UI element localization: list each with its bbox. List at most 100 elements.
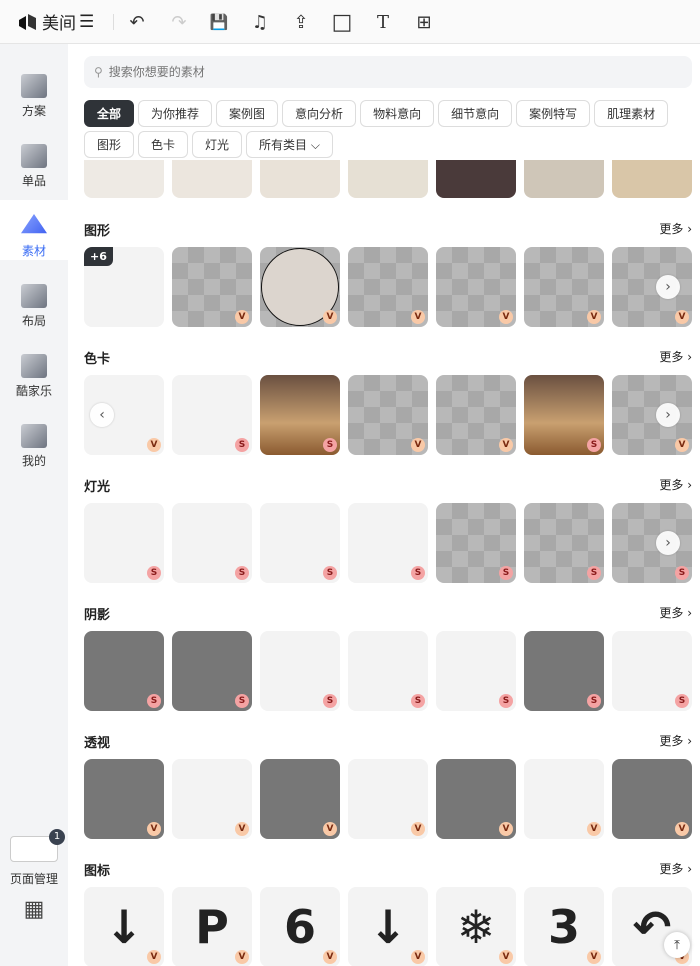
back-to-top-button[interactable]: ⤒ — [664, 932, 690, 958]
more-label: 更多 — [659, 222, 684, 236]
scroll-right-button[interactable]: › — [656, 275, 680, 299]
chevron-right-icon: › — [687, 862, 692, 876]
license-badge: V — [235, 950, 249, 964]
save-icon[interactable]: 💾 — [208, 11, 230, 33]
search-input[interactable] — [108, 65, 609, 79]
chip-4[interactable]: 物料意向 — [360, 100, 435, 127]
material-tile[interactable]: S — [260, 503, 340, 583]
sidebar-item-icon — [21, 354, 47, 378]
material-tile[interactable] — [348, 160, 428, 198]
material-tile[interactable]: V — [524, 759, 604, 839]
material-tile[interactable]: V — [524, 247, 604, 327]
page-manager-label: 页面管理 — [9, 872, 58, 886]
export-icon[interactable]: ⇪ — [290, 11, 312, 33]
sidebar-item-icon — [21, 214, 47, 234]
sidebar-item-3[interactable]: 布局 — [0, 270, 68, 330]
sidebar-item-2[interactable]: 素材 — [0, 200, 68, 260]
material-tile[interactable]: ↓ V — [84, 887, 164, 966]
material-tile[interactable]: S — [524, 503, 604, 583]
search-box[interactable]: ⚲ — [84, 56, 692, 88]
material-tile[interactable]: S — [172, 631, 252, 711]
menu-icon[interactable]: ☰ — [79, 12, 94, 32]
material-tile[interactable]: S — [348, 503, 428, 583]
material-tile[interactable]: S — [260, 375, 340, 455]
more-link[interactable]: 更多 › — [659, 604, 692, 621]
chip-6[interactable]: 案例特写 — [516, 100, 591, 127]
more-link[interactable]: 更多 › — [659, 860, 692, 877]
material-tile[interactable] — [436, 160, 516, 198]
material-tile[interactable]: V › — [612, 375, 692, 455]
license-badge: V — [147, 438, 161, 452]
app-logo[interactable]: 美间 ☰ — [18, 9, 94, 34]
more-link[interactable]: 更多 › — [659, 476, 692, 493]
chip-11[interactable]: 所有类目 ⌵ — [246, 131, 333, 158]
material-tile[interactable]: V — [348, 375, 428, 455]
license-badge: V — [499, 950, 513, 964]
scroll-right-button[interactable]: › — [656, 403, 680, 427]
chip-1[interactable]: 为你推荐 — [138, 100, 213, 127]
material-tile[interactable] — [84, 160, 164, 198]
material-tile[interactable]: V — [348, 759, 428, 839]
material-tile[interactable]: S — [260, 631, 340, 711]
page-manager[interactable]: 1 页面管理 ▦ — [0, 829, 68, 922]
chip-9[interactable]: 色卡 — [138, 131, 189, 158]
material-tile[interactable]: S — [612, 631, 692, 711]
more-link[interactable]: 更多 › — [659, 220, 692, 237]
scroll-left-button[interactable]: ‹ — [90, 403, 114, 427]
more-link[interactable]: 更多 › — [659, 348, 692, 365]
material-tile[interactable]: S › — [612, 503, 692, 583]
shape-icon[interactable]: □ — [331, 10, 353, 35]
scroll-right-button[interactable]: › — [656, 531, 680, 555]
chip-7[interactable]: 肌理素材 — [594, 100, 669, 127]
material-tile[interactable] — [172, 160, 252, 198]
material-tile[interactable]: S — [348, 631, 428, 711]
text-icon[interactable]: T — [372, 11, 394, 33]
material-tile[interactable]: S — [172, 503, 252, 583]
material-tile[interactable]: V ‹ — [84, 375, 164, 455]
material-tile[interactable]: S — [436, 503, 516, 583]
undo-icon[interactable]: ↶ — [126, 11, 148, 33]
material-tile[interactable] — [524, 160, 604, 198]
app-name: 美间 — [42, 14, 76, 34]
material-tile[interactable]: S — [436, 631, 516, 711]
chip-5[interactable]: 细节意向 — [438, 100, 513, 127]
chip-8[interactable]: 图形 — [84, 131, 135, 158]
material-tile[interactable]: ❄ V — [436, 887, 516, 966]
chip-0[interactable]: 全部 — [84, 100, 135, 127]
redo-icon[interactable]: ↷ — [168, 11, 190, 33]
material-tile[interactable]: V — [436, 375, 516, 455]
material-tile[interactable]: S — [84, 503, 164, 583]
chip-2[interactable]: 案例图 — [216, 100, 279, 127]
material-tile[interactable]: V — [612, 759, 692, 839]
music-icon[interactable]: ♫ — [249, 11, 271, 33]
material-tile[interactable] — [612, 160, 692, 198]
material-tile[interactable]: V — [436, 759, 516, 839]
chip-10[interactable]: 灯光 — [192, 131, 243, 158]
chip-3[interactable]: 意向分析 — [282, 100, 357, 127]
material-tile[interactable]: V — [348, 247, 428, 327]
material-tile[interactable]: PV — [172, 887, 252, 966]
material-tile[interactable]: S — [84, 631, 164, 711]
material-tile[interactable]: V — [84, 759, 164, 839]
sidebar-item-1[interactable]: 单品 — [0, 130, 68, 190]
table-icon[interactable]: ⊞ — [413, 11, 435, 33]
material-tile[interactable]: +6 — [84, 247, 164, 327]
material-tile[interactable]: V — [172, 759, 252, 839]
material-tile[interactable]: S — [524, 375, 604, 455]
material-tile[interactable]: V — [260, 759, 340, 839]
material-tile[interactable] — [260, 160, 340, 198]
material-tile[interactable]: S — [172, 375, 252, 455]
material-tile[interactable]: V › — [612, 247, 692, 327]
material-tile[interactable]: 3V — [524, 887, 604, 966]
apps-icon[interactable]: ▦ — [0, 897, 68, 922]
sidebar-item-0[interactable]: 方案 — [0, 60, 68, 120]
more-link[interactable]: 更多 › — [659, 732, 692, 749]
material-tile[interactable]: V — [260, 247, 340, 327]
material-tile[interactable]: 6V — [260, 887, 340, 966]
material-tile[interactable]: ↓ V — [348, 887, 428, 966]
material-tile[interactable]: V — [436, 247, 516, 327]
sidebar-item-5[interactable]: 我的 — [0, 410, 68, 470]
sidebar-item-4[interactable]: 酷家乐 — [0, 340, 68, 400]
material-tile[interactable]: S — [524, 631, 604, 711]
material-tile[interactable]: V — [172, 247, 252, 327]
